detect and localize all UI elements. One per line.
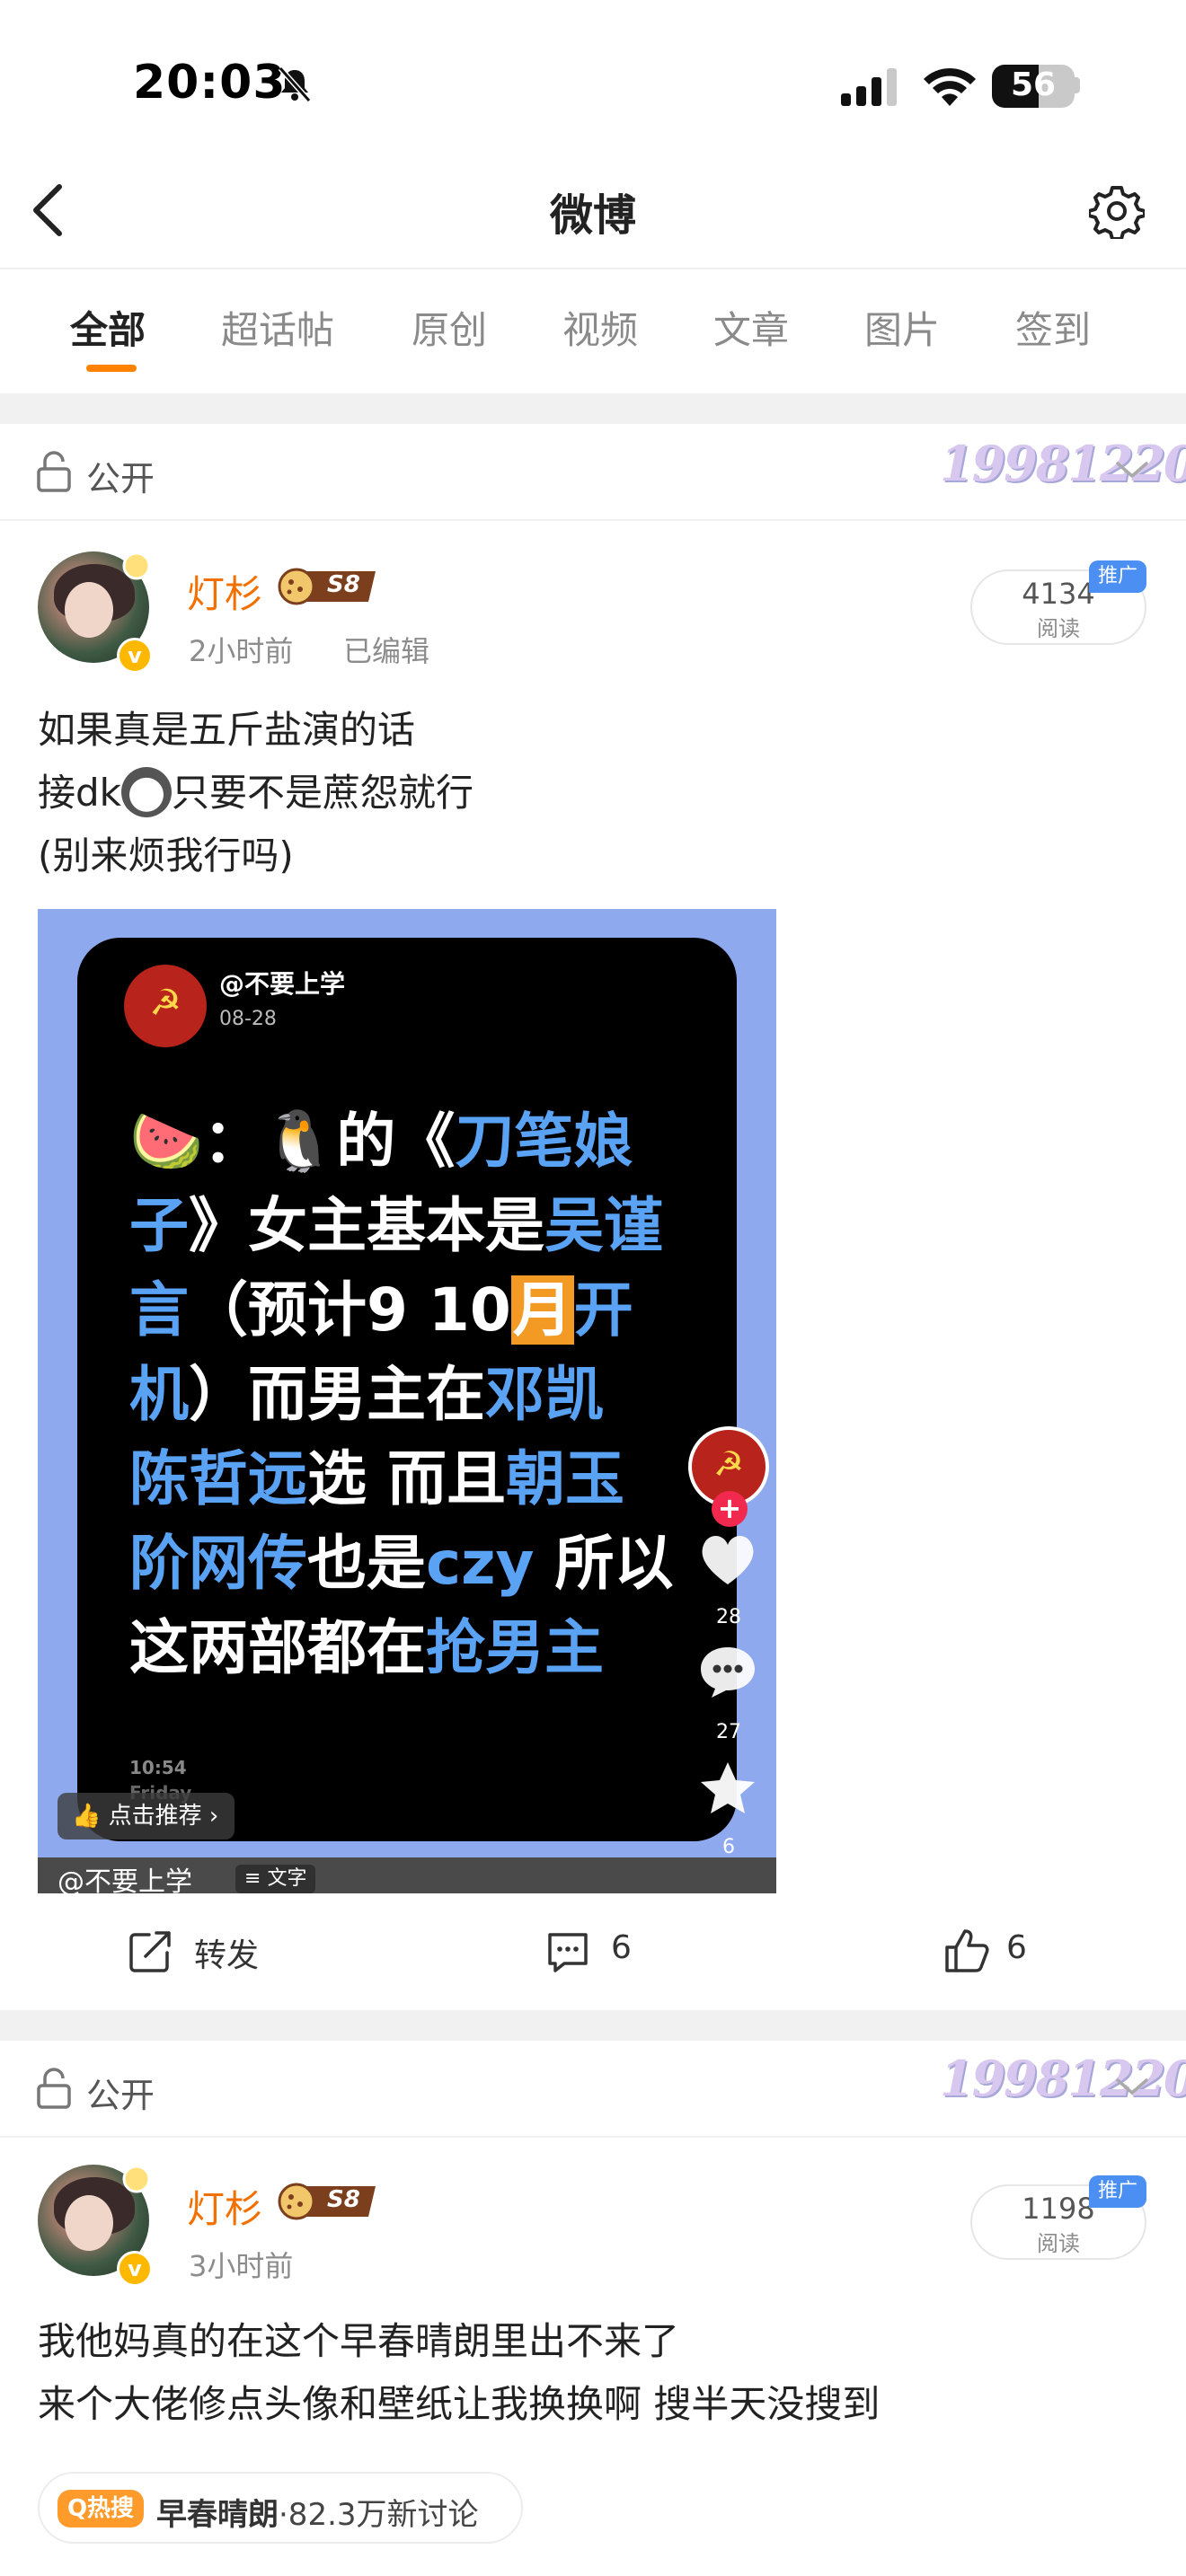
heart-icon [702,1535,754,1584]
recommend-button[interactable]: 👍 点击推荐 › [58,1793,235,1839]
tab-checkin[interactable]: 签到 [1015,300,1091,355]
visibility-label[interactable]: 公开 [86,451,155,500]
follow-plus-icon: + [712,1491,748,1527]
husky-emoji-icon [120,766,172,817]
hot-topic-chip[interactable]: Q热搜 早春晴朗·82.3万新讨论 [38,2472,523,2544]
tab-article[interactable]: 文章 [713,300,789,355]
repost-icon[interactable] [128,1928,174,1974]
post-time: 3小时前 [189,2249,294,2283]
comment-bubble-icon [701,1647,755,1698]
comment-count[interactable]: 6 [611,1929,632,1966]
divider [0,2136,1186,2138]
hot-topic-text: 早春晴朗·82.3万新讨论 [156,2497,479,2533]
level-text: S8 [327,571,360,598]
post-text[interactable]: 我他妈真的在这个早春晴朗里出不来了 来个大佬修点头像和壁纸让我换换啊 搜半天没搜… [38,2310,1152,2436]
chevron-right-icon: › [208,1803,219,1830]
settings-gear-icon[interactable] [1089,183,1145,239]
screenshot-frame: ☭ @不要上学 08-28 🍉：🐧的《刀笔娘 子》女主基本是吴谨 言（预计9 1… [77,938,737,1841]
tab-all[interactable]: 全部 [70,300,146,355]
search-icon: Q [66,2495,88,2522]
media-date: 08-28 [219,1008,277,1030]
comment-icon[interactable] [544,1929,591,1976]
post-image[interactable]: ☭ @不要上学 08-28 🍉：🐧的《刀笔娘 子》女主基本是吴谨 言（预计9 1… [38,909,776,1893]
section-gap [0,393,1186,424]
media-author-avatar: ☭ [124,965,207,1047]
like-count[interactable]: 6 [1006,1929,1027,1966]
verified-badge-icon: v [117,2251,153,2287]
media-like-count: 28 [716,1606,741,1628]
avatar-pendant-icon [122,2165,151,2193]
battery-icon: 56 [992,65,1075,108]
post-text-line: 如果真是五斤盐演的话 [38,708,416,752]
unlock-icon [37,451,71,492]
post-text-line: (别来烦我行吗) [38,834,294,878]
visibility-label[interactable]: 公开 [86,2068,155,2117]
repost-label[interactable]: 转发 [194,1929,259,1976]
read-count-label: 阅读 [1037,616,1080,641]
post-text-line: 来个大佬修点头像和壁纸让我换换啊 搜半天没搜到 [38,2382,881,2426]
like-icon[interactable] [943,1928,990,1974]
battery-level: 56 [1010,66,1057,103]
tab-original[interactable]: 原创 [412,300,487,355]
author-name[interactable]: 灯杉 [187,564,262,619]
post-text[interactable]: 如果真是五斤盐演的话 接dk 只要不是蔗怨就行 (别来烦我行吗) [38,699,1152,887]
wifi-icon [924,67,976,106]
nav-divider [0,268,1186,269]
divider [0,519,1186,521]
thumbs-up-icon: 👍 [72,1803,102,1830]
promo-tag: 推广 [1089,2175,1146,2208]
media-caption: @不要上学 [58,1866,192,1893]
media-headline: 🍉：🐧的《刀笔娘 子》女主基本是吴谨 言（预计9 10月开 机）而男主在邓凯 陈… [129,1107,674,1682]
chevron-down-icon[interactable] [1114,458,1150,481]
media-handle: @不要上学 [219,969,346,999]
recommend-label: 点击推荐 [108,1803,202,1830]
media-type-chip: ≡ 文字 [235,1865,316,1893]
avatar-pendant-icon [122,551,151,580]
status-time: 20:03 [133,56,287,110]
section-gap [0,2010,1186,2041]
tab-images[interactable]: 图片 [864,300,940,355]
tab-video[interactable]: 视频 [562,300,638,355]
hot-search-badge: Q热搜 [58,2490,144,2527]
media-clock: 10:54 [129,1757,187,1778]
media-favorite-count: 6 [722,1836,735,1858]
bell-muted-icon [278,66,312,102]
author-name[interactable]: 灯杉 [187,2179,262,2234]
chevron-down-icon[interactable] [1114,2075,1150,2098]
edited-label: 已编辑 [343,634,430,668]
verified-badge-icon: v [117,638,153,674]
battery-tip [1075,77,1080,93]
post-text-line: 我他妈真的在这个早春晴朗里出不来了 [38,2319,680,2363]
media-comment-count: 27 [716,1721,741,1743]
cellular-signal-icon [841,68,897,106]
promo-tag: 推广 [1089,560,1146,593]
read-count-label: 阅读 [1037,2231,1080,2256]
unlock-icon [37,2068,71,2109]
post-time: 2小时前 [189,634,294,668]
post-text-line: 接dk 只要不是蔗怨就行 [38,762,1152,825]
level-text: S8 [327,2186,360,2213]
active-tab-indicator [86,365,137,372]
page-title: 微博 [549,190,636,241]
star-icon [701,1762,755,1813]
tab-supertopic-posts[interactable]: 超话帖 [221,300,334,355]
